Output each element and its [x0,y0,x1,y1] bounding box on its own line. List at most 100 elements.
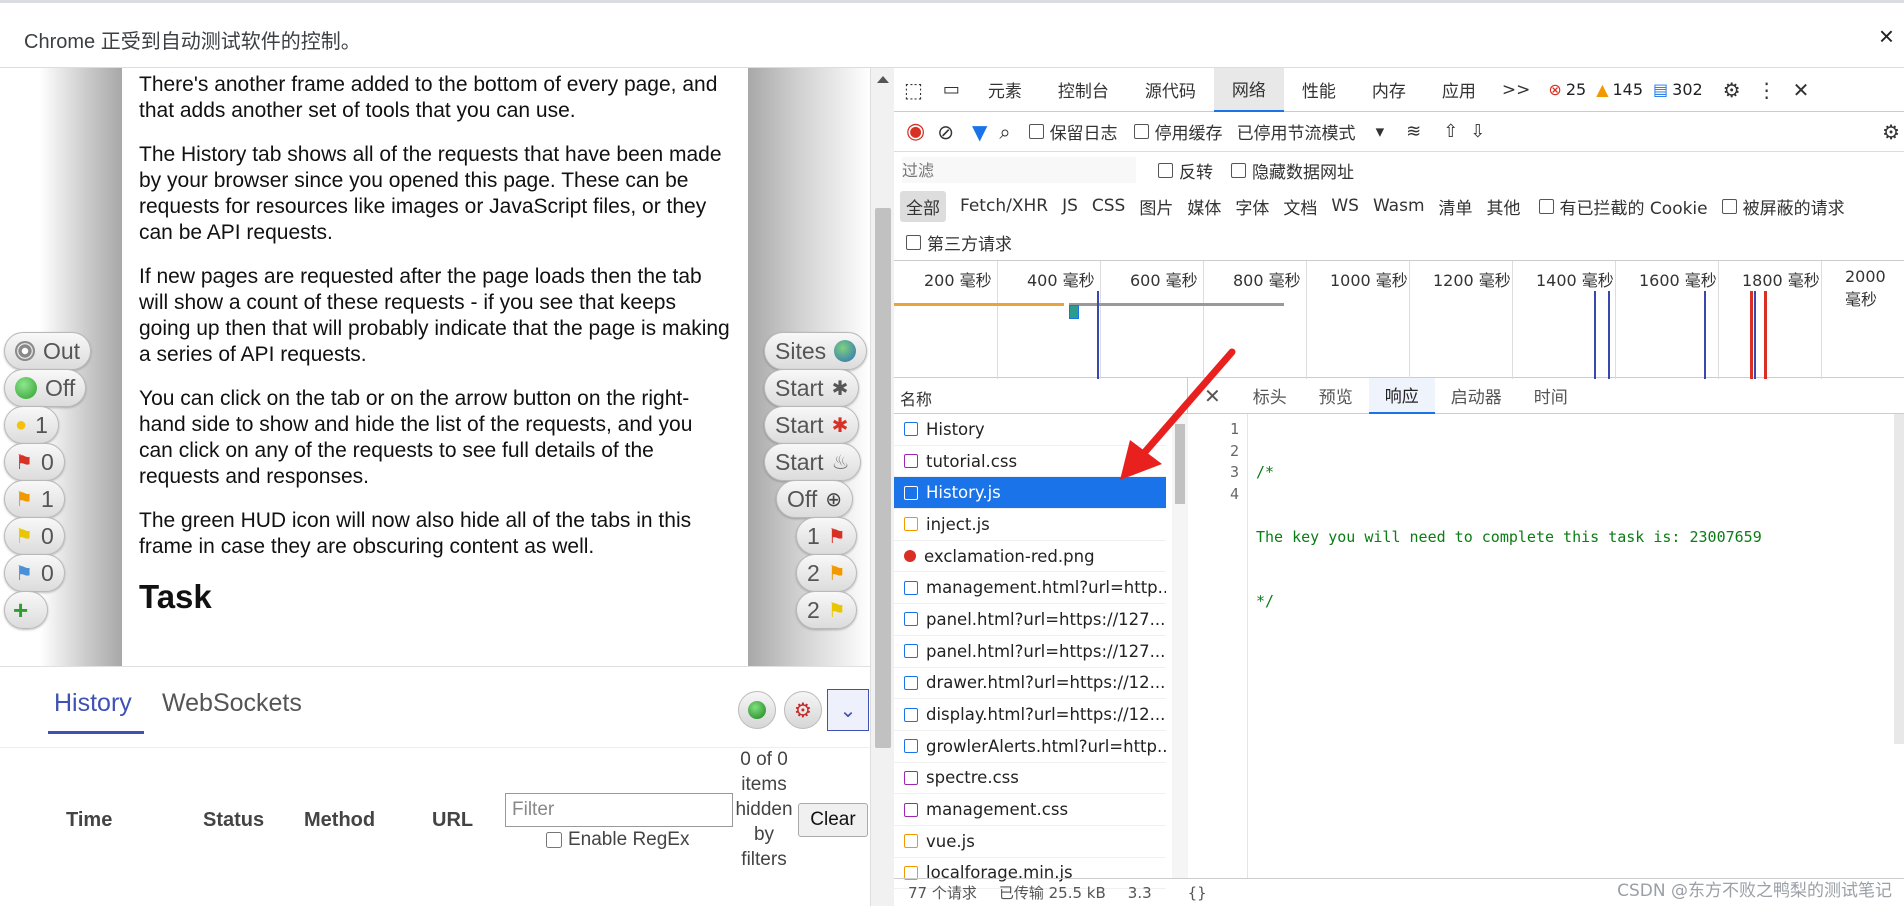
hud-alert-low-button[interactable]: ⚑ 0 [4,517,65,555]
hud-off-button[interactable]: Off [4,369,87,407]
enable-regex-checkbox[interactable]: Enable RegEx [546,829,689,851]
download-icon[interactable]: ⇩ [1470,121,1485,142]
request-row[interactable]: management.html?url=http... [894,572,1166,605]
tab-response[interactable]: 响应 [1368,377,1435,414]
hud-sites-button[interactable]: Sites [764,332,868,370]
invert-checkbox[interactable]: 反转 [1158,158,1213,183]
filter-icon[interactable]: ▼ [972,120,987,144]
request-row[interactable]: drawer.html?url=https://12... [894,668,1166,700]
hud-page-alert-low-button[interactable]: 2 ⚑ [796,591,857,629]
disable-cache-checkbox[interactable]: 停用缓存 [1133,119,1223,144]
hud-toggle-button[interactable] [738,691,776,729]
tab-network[interactable]: 网络 [1213,67,1284,112]
network-filter-input[interactable] [902,157,1136,183]
third-party-checkbox[interactable]: 第三方请求 [906,230,1012,255]
type-doc[interactable]: 文档 [1283,194,1317,219]
hud-alert-high-button[interactable]: ⚑ 0 [4,443,65,481]
type-font[interactable]: 字体 [1235,194,1269,219]
gear-icon[interactable]: ⚙ [1723,78,1741,102]
hud-alert-info-flag-button[interactable]: ⚑ 0 [4,554,65,592]
devtools-tab-bar: ⬚ ▭ 元素 控制台 源代码 网络 性能 内存 应用 >> ⊗ 25 ▲ 145 ▤… [894,67,1904,112]
request-row[interactable]: display.html?url=https://12... [894,699,1166,731]
response-scrollbar[interactable] [1894,414,1904,744]
tab-sources[interactable]: 源代码 [1127,68,1214,112]
hud-alert-info-button[interactable]: ● 1 [4,406,59,444]
network-overview-timeline[interactable]: 200 毫秒 400 毫秒 600 毫秒 800 毫秒 1000 毫秒 1200… [894,260,1904,379]
page-scrollbar[interactable] [870,68,894,906]
device-toolbar-icon[interactable]: ▭ [933,79,970,100]
column-status[interactable]: Status [203,809,264,832]
hud-spider-button[interactable]: Start ✱ [764,369,860,407]
column-time[interactable]: Time [66,809,112,832]
blocked-cookies-checkbox[interactable]: 有已拦截的 Cookie [1538,194,1708,219]
type-other[interactable]: 其他 [1487,194,1521,219]
record-icon[interactable]: ◉ [906,119,925,144]
tab-timing[interactable]: 时间 [1518,378,1584,414]
search-icon[interactable]: ⌕ [999,120,1010,144]
hud-out-button[interactable]: Out [4,332,92,370]
preserve-log-checkbox[interactable]: 保留日志 [1028,119,1118,144]
kebab-menu-icon[interactable]: ⋮ [1757,78,1777,102]
tab-preview[interactable]: 预览 [1303,378,1369,414]
clear-log-icon[interactable]: ⊘ [937,120,954,144]
wifi-settings-icon[interactable]: ≋ [1406,121,1421,142]
type-wasm[interactable]: Wasm [1373,196,1425,216]
type-ws[interactable]: WS [1331,196,1359,216]
hide-data-urls-checkbox[interactable]: 隐藏数据网址 [1231,158,1354,183]
throttling-select[interactable]: 已停用节流模式 ▾ [1237,119,1385,145]
type-media[interactable]: 媒体 [1187,194,1221,219]
request-row[interactable]: exclamation-red.png [894,541,1166,573]
doc-file-icon [904,739,918,754]
request-row[interactable]: spectre.css [894,763,1166,795]
type-fetch-xhr[interactable]: Fetch/XHR [960,196,1048,216]
hud-active-scan-button[interactable]: Start ♨ [764,443,861,481]
pretty-print-icon[interactable]: {} [1188,884,1207,902]
request-row[interactable]: inject.js [894,509,1166,541]
tab-history[interactable]: History [54,689,132,718]
request-row[interactable]: panel.html?url=https://127.... [894,636,1166,668]
response-code[interactable]: /* The key you will need to complete thi… [1256,419,1762,699]
blocked-requests-checkbox[interactable]: 被屏蔽的请求 [1721,194,1845,219]
clear-button[interactable]: Clear [798,803,868,837]
request-row[interactable]: vue.js [894,826,1166,858]
type-all[interactable]: 全部 [900,190,946,222]
close-icon[interactable]: ✕ [1793,78,1810,102]
paragraph: If new pages are requested after the pag… [139,265,730,366]
timeline-label: 1600 毫秒 [1639,271,1717,290]
type-img[interactable]: 图片 [1139,194,1173,219]
type-css[interactable]: CSS [1092,196,1125,216]
tab-elements[interactable]: 元素 [970,68,1040,112]
history-filter-input[interactable] [505,793,733,827]
hud-settings-button[interactable]: ⚙ [784,691,822,729]
column-url[interactable]: URL [432,809,473,832]
warning-count-badge[interactable]: ▲ 145 [1596,80,1643,99]
error-count-badge[interactable]: ⊗ 25 [1548,80,1586,99]
message-count-badge[interactable]: ▤ 302 [1653,80,1703,99]
collapse-drawer-button[interactable]: ⌄ [827,689,869,731]
request-row[interactable]: management.css [894,794,1166,826]
tab-initiator[interactable]: 启动器 [1435,378,1518,414]
column-method[interactable]: Method [304,809,375,832]
inspect-element-icon[interactable]: ⬚ [894,78,933,102]
hud-attack-mode-button[interactable]: Off ⊕ [776,480,854,518]
hud-page-alert-medium-button[interactable]: 2 ⚑ [796,554,857,592]
request-row[interactable]: panel.html?url=https://127.... [894,604,1166,636]
tab-performance[interactable]: 性能 [1284,68,1354,112]
hud-ajax-spider-button[interactable]: Start ✱ [764,406,860,444]
more-tabs-button[interactable]: >> [1494,68,1539,112]
upload-icon[interactable]: ⇧ [1443,121,1458,142]
tab-application[interactable]: 应用 [1424,68,1494,112]
gear-icon[interactable]: ⚙ [1882,120,1900,144]
request-row[interactable]: growlerAlerts.html?url=http... [894,731,1166,763]
hud-add-button[interactable]: + [4,591,48,629]
scroll-up-icon[interactable] [877,76,889,83]
response-body[interactable]: 1234 /* The key you will need to complet… [1188,414,1904,878]
tab-websockets[interactable]: WebSockets [162,689,302,718]
tab-console[interactable]: 控制台 [1040,68,1127,112]
type-manifest[interactable]: 清单 [1439,194,1473,219]
infobar-close-button[interactable]: × [1879,23,1894,49]
hud-page-alert-high-button[interactable]: 1 ⚑ [796,517,857,555]
hud-alert-medium-button[interactable]: ⚑ 1 [4,480,65,518]
type-js[interactable]: JS [1062,196,1078,216]
tab-memory[interactable]: 内存 [1354,68,1424,112]
